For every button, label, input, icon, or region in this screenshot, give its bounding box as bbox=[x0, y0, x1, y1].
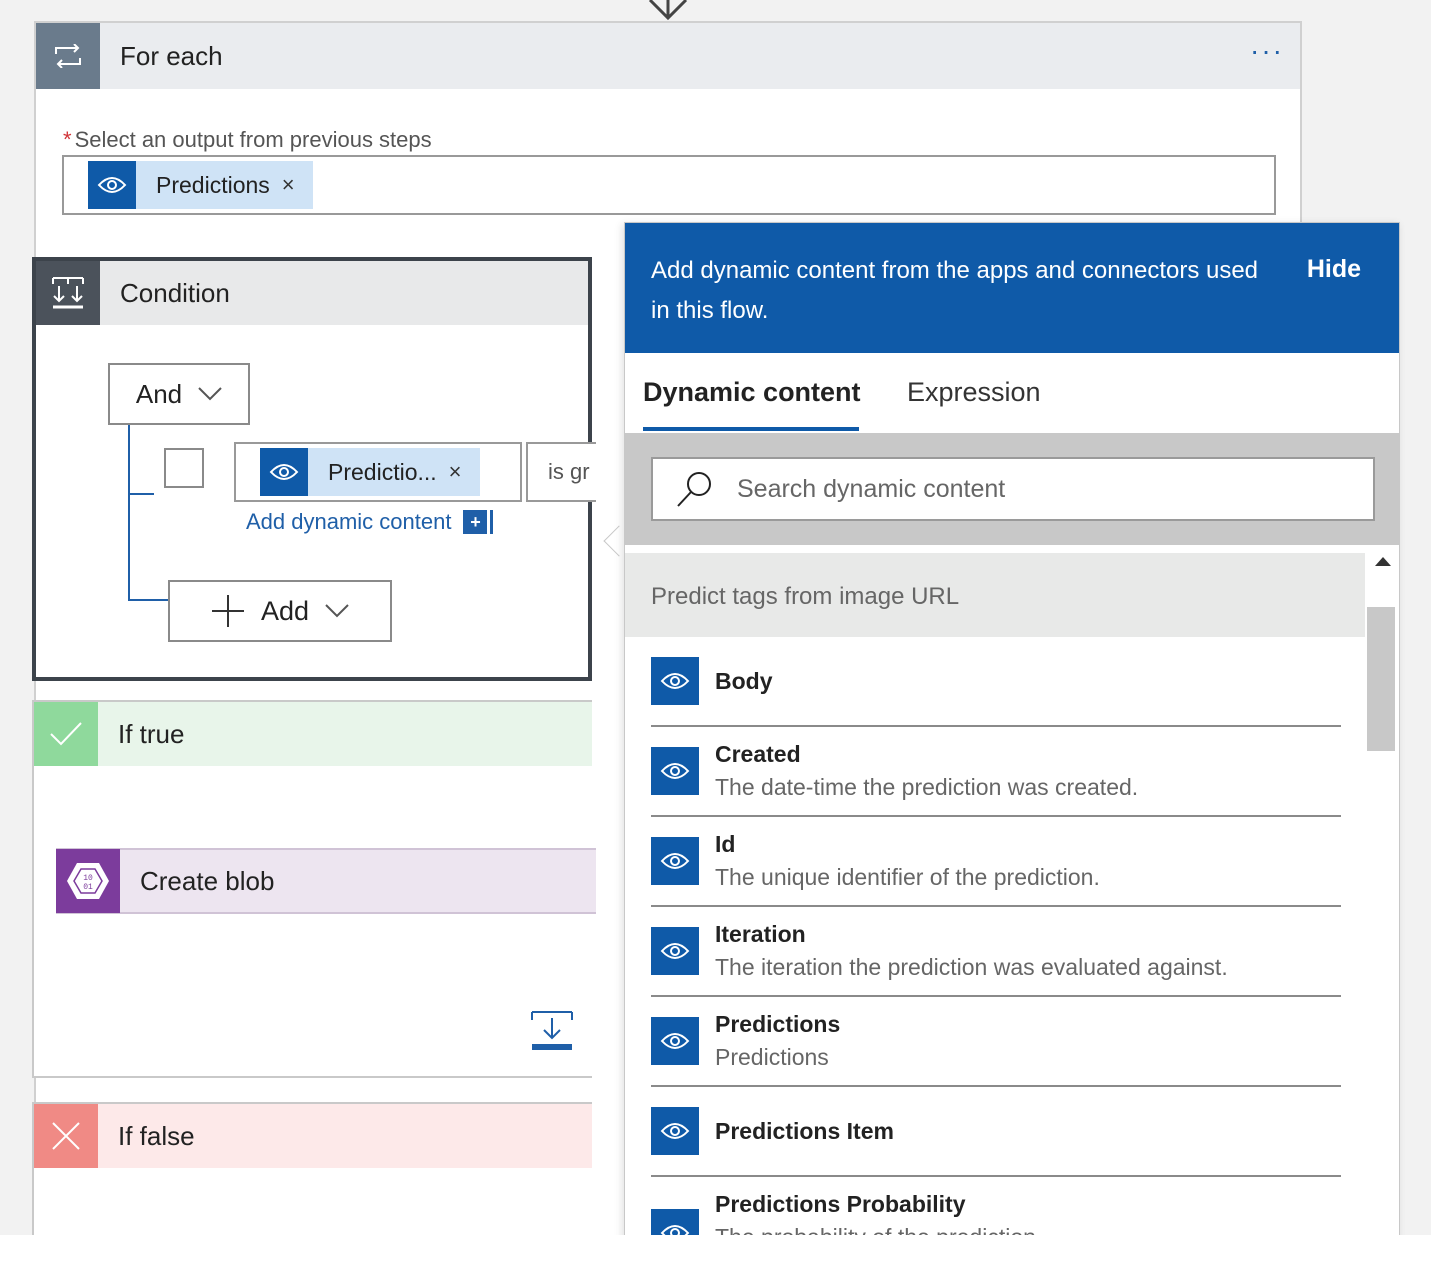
computer-vision-eye-icon bbox=[260, 448, 308, 496]
tree-connector-line bbox=[128, 493, 154, 495]
group-header[interactable]: Predict tags from image URL bbox=[625, 553, 1365, 637]
if-true-header[interactable]: If true bbox=[34, 702, 592, 766]
page-bottom-edge bbox=[0, 1235, 1431, 1271]
list-item[interactable]: Predictions Probability The probability o… bbox=[651, 1177, 1341, 1241]
chevron-down-icon bbox=[198, 387, 222, 401]
condition-left-operand-field[interactable]: Predictio... × bbox=[234, 442, 522, 502]
dynamic-content-list: Predict tags from image URL Body Created… bbox=[625, 553, 1365, 1241]
loop-icon bbox=[36, 23, 100, 89]
condition-operator-dropdown[interactable]: is gr bbox=[526, 442, 596, 502]
item-name: Created bbox=[715, 741, 801, 767]
for-each-title: For each bbox=[120, 40, 223, 71]
list-item[interactable]: Iteration The iteration the prediction wa… bbox=[651, 907, 1341, 997]
item-description: The date-time the prediction was created… bbox=[715, 774, 1139, 800]
item-name: Iteration bbox=[715, 921, 806, 947]
svg-text:01: 01 bbox=[83, 883, 93, 892]
check-icon bbox=[34, 702, 98, 766]
scrollbar-thumb[interactable] bbox=[1367, 607, 1395, 751]
condition-title: Condition bbox=[120, 277, 230, 308]
dynamic-content-panel: Add dynamic content from the apps and co… bbox=[624, 222, 1400, 1242]
panel-tabs: Dynamic content Expression bbox=[625, 353, 1399, 433]
item-name: Predictions Probability bbox=[715, 1191, 966, 1217]
item-description: The iteration the prediction was evaluat… bbox=[715, 954, 1228, 980]
scroll-up-arrow-icon[interactable] bbox=[1375, 557, 1391, 566]
computer-vision-eye-icon bbox=[651, 747, 699, 795]
hide-button[interactable]: Hide bbox=[1307, 255, 1361, 284]
create-blob-title: Create blob bbox=[140, 865, 275, 896]
token-label: Predictio... bbox=[328, 458, 437, 485]
tree-connector-line bbox=[128, 425, 130, 601]
computer-vision-eye-icon bbox=[651, 927, 699, 975]
blob-storage-icon: 10 01 bbox=[56, 849, 120, 913]
list-item[interactable]: Predictions Item bbox=[651, 1087, 1341, 1177]
required-label-text: Select an output from previous steps bbox=[74, 127, 432, 152]
if-true-title: If true bbox=[118, 718, 185, 749]
for-each-header[interactable]: For each ··· bbox=[36, 23, 1300, 89]
search-input[interactable] bbox=[735, 473, 1335, 505]
if-false-header[interactable]: If false bbox=[34, 1104, 592, 1168]
condition-card: Condition And Predictio... × is gr Add d… bbox=[32, 257, 596, 681]
plus-icon bbox=[211, 595, 244, 627]
if-true-branch: If true 10 01 Create blob bbox=[32, 700, 596, 1078]
item-description: Predictions bbox=[715, 1044, 829, 1070]
group-operator-label: And bbox=[135, 378, 183, 409]
add-button-label: Add bbox=[260, 595, 310, 626]
condition-header[interactable]: Condition bbox=[36, 261, 588, 325]
panel-message: Add dynamic content from the apps and co… bbox=[651, 257, 1259, 324]
computer-vision-eye-icon bbox=[651, 1017, 699, 1065]
tree-connector-line bbox=[128, 599, 168, 601]
item-name: Id bbox=[715, 831, 736, 857]
computer-vision-eye-icon bbox=[651, 657, 699, 705]
computer-vision-eye-icon bbox=[88, 161, 136, 209]
computer-vision-eye-icon bbox=[651, 837, 699, 885]
panel-header: Add dynamic content from the apps and co… bbox=[625, 223, 1399, 353]
caret-bar bbox=[490, 510, 494, 534]
list-item[interactable]: Created The date-time the prediction was … bbox=[651, 727, 1341, 817]
add-dynamic-content-label: Add dynamic content bbox=[246, 509, 452, 534]
add-action-icon[interactable] bbox=[530, 1008, 574, 1052]
if-false-branch: If false bbox=[32, 1102, 592, 1242]
output-select-field[interactable]: Predictions × bbox=[62, 155, 1276, 215]
search-box[interactable] bbox=[651, 457, 1375, 521]
required-star: * bbox=[63, 127, 72, 152]
predictions-token[interactable]: Predictio... × bbox=[260, 448, 480, 496]
plus-icon: + bbox=[463, 510, 488, 534]
tab-expression[interactable]: Expression bbox=[907, 377, 1041, 408]
group-operator-dropdown[interactable]: And bbox=[108, 363, 250, 425]
required-field-label: * Select an output from previous steps bbox=[63, 127, 432, 153]
item-name: Predictions bbox=[715, 1011, 841, 1037]
item-description: The unique identifier of the prediction. bbox=[715, 864, 1100, 890]
if-false-title: If false bbox=[118, 1120, 195, 1151]
connector-arrow-icon bbox=[648, 0, 688, 21]
predictions-token[interactable]: Predictions × bbox=[88, 161, 313, 209]
item-name: Predictions Item bbox=[715, 1117, 894, 1144]
list-item[interactable]: Predictions Predictions bbox=[651, 997, 1341, 1087]
svg-text:10: 10 bbox=[83, 874, 93, 883]
add-dynamic-content-link[interactable]: Add dynamic content + bbox=[246, 509, 494, 535]
close-icon bbox=[34, 1104, 98, 1168]
more-options-icon[interactable]: ··· bbox=[1250, 37, 1284, 65]
list-item[interactable]: Id The unique identifier of the predictio… bbox=[651, 817, 1341, 907]
list-item[interactable]: Body bbox=[651, 637, 1341, 727]
active-tab-indicator bbox=[643, 427, 859, 431]
token-label: Predictions bbox=[156, 171, 270, 198]
condition-icon bbox=[36, 261, 100, 325]
item-name: Body bbox=[715, 667, 773, 694]
add-row-button[interactable]: Add bbox=[168, 580, 392, 642]
computer-vision-eye-icon bbox=[651, 1107, 699, 1155]
scrollbar[interactable] bbox=[1365, 553, 1399, 1241]
tab-dynamic-content[interactable]: Dynamic content bbox=[643, 377, 861, 408]
search-icon bbox=[677, 472, 711, 507]
row-select-checkbox[interactable] bbox=[164, 448, 204, 488]
search-area bbox=[625, 433, 1399, 545]
remove-token-icon[interactable]: × bbox=[449, 459, 462, 485]
remove-token-icon[interactable]: × bbox=[282, 172, 295, 198]
create-blob-action[interactable]: 10 01 Create blob bbox=[56, 848, 596, 914]
chevron-down-icon bbox=[325, 604, 349, 618]
